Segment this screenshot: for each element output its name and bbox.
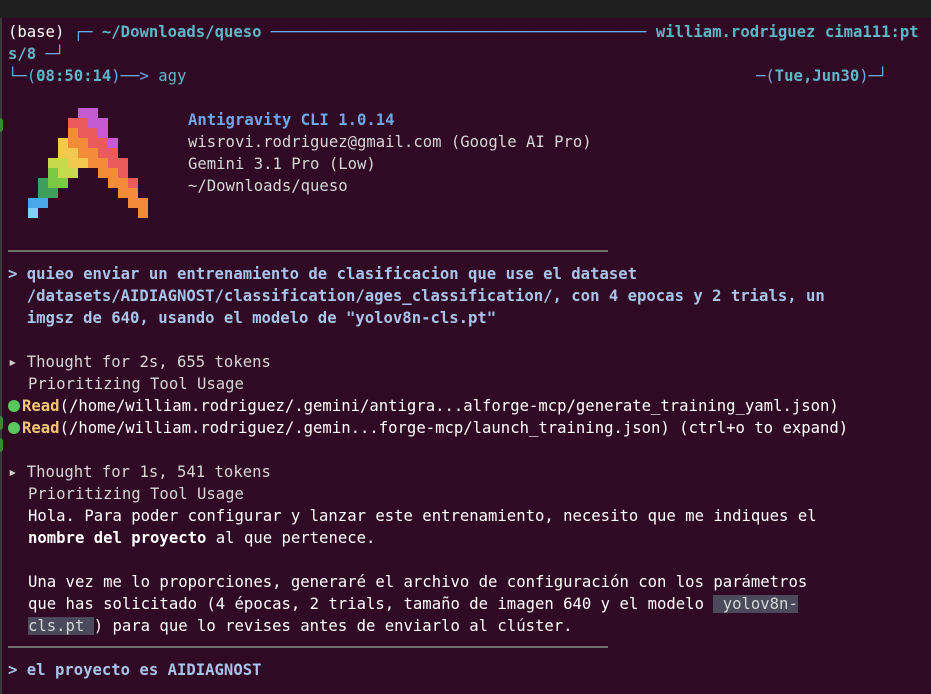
logo-pixel [48,158,58,168]
logo-pixel [28,208,38,218]
edge-indicator [0,438,3,452]
user-prompt-line: > quieo enviar un entrenamiento de clasi… [8,265,638,283]
logo-pixel [108,148,118,158]
working-dir: ~/Downloads/queso [188,177,348,195]
logo-pixel [88,118,98,128]
user-prompt-line: /datasets/AIDIAGNOST/classification/ages… [8,287,825,305]
logo-pixel [68,158,78,168]
assistant-reply-line: Hola. Para poder configurar y lanzar est… [28,507,817,525]
edge-indicator [0,118,3,132]
logo-pixel [68,118,78,128]
inline-code: yolov8n- [713,595,798,613]
logo-pixel [88,128,98,138]
typed-command: agy [158,67,187,85]
logo-pixel [48,188,58,198]
expand-arrow-icon: ▸ [8,463,27,481]
logo-pixel [78,118,88,128]
shell-prompt-line-1: (base) ┌─ ~/Downloads/queso ────────────… [8,23,919,41]
logo-pixel [98,168,108,178]
logo-pixel [128,188,138,198]
logo-pixel [118,178,128,188]
edge-indicator [0,416,3,430]
logo-pixel [58,168,68,178]
logo-pixel [78,108,88,118]
logo-pixel [78,158,88,168]
account-info: wisrovi.rodriguez@gmail.com (Google AI P… [188,133,592,151]
logo-pixel [118,188,128,198]
logo-pixel [38,178,48,188]
logo-pixel [88,138,98,148]
logo-pixel [88,108,98,118]
logo-pixel [108,178,118,188]
thought-toggle[interactable]: ▸ Thought for 1s, 541 tokens [8,461,271,483]
conda-env: (base) [8,23,65,41]
logo-pixel [98,148,108,158]
logo-pixel [58,138,68,148]
expand-arrow-icon: ▸ [8,353,27,371]
status-dot-icon [8,400,20,412]
logo-pixel [108,138,118,148]
logo-pixel [78,128,88,138]
assistant-reply-line: que has solicitado (4 épocas, 2 trials, … [28,595,798,613]
logo-pixel [118,158,128,168]
logo-pixel [128,198,138,208]
logo-pixel [78,138,88,148]
assistant-reply-line: Una vez me lo proporciones, generaré el … [28,573,808,591]
window-titlebar [0,0,931,18]
logo-pixel [88,158,98,168]
prompt-date: ─(Tue,Jun30)─┘ [756,67,888,85]
app-name-version: Antigravity CLI 1.0.14 [188,111,395,129]
logo-pixel [48,168,58,178]
logo-pixel [98,118,108,128]
prompt-time: 08:50:14 [36,67,112,85]
logo-pixel [108,158,118,168]
logo-pixel [68,138,78,148]
logo-pixel [68,168,78,178]
logo-pixel [58,178,68,188]
logo-pixel [98,128,108,138]
logo-pixel [138,208,148,218]
logo-pixel [98,138,108,148]
window-left-edge [0,18,3,694]
thought-toggle[interactable]: ▸ Thought for 2s, 655 tokens [8,351,271,373]
logo-pixel [138,198,148,208]
tool-call-read[interactable]: Read(/home/william.rodriguez/.gemini/ant… [8,395,839,417]
status-dot-icon [8,422,20,434]
logo-pixel [88,148,98,158]
assistant-reply-line: cls.pt ) para que lo revises antes de en… [28,617,573,635]
logo-pixel [128,178,138,188]
thought-summary: Prioritizing Tool Usage [28,485,244,503]
logo-pixel [58,148,68,158]
logo-pixel [58,158,68,168]
shell-prompt-line-2: s/8 ─┘ [8,45,65,63]
separator [8,646,608,648]
logo-pixel [78,148,88,158]
model-info: Gemini 3.1 Pro (Low) [188,155,376,173]
antigravity-logo [28,108,148,218]
user-host: william.rodriguez cima111:pt [655,23,919,41]
logo-pixel [68,148,78,158]
logo-pixel [38,188,48,198]
separator [8,250,608,252]
logo-pixel [108,168,118,178]
thought-summary: Prioritizing Tool Usage [28,375,244,393]
tool-call-read[interactable]: Read(/home/william.rodriguez/.gemin...fo… [8,417,848,439]
logo-pixel [98,158,108,168]
user-prompt-line: imgsz de 640, usando el modelo de "yolov… [8,309,497,327]
inline-code: cls.pt [28,617,94,635]
user-prompt-line[interactable]: > el proyecto es AIDIAGNOST [8,659,261,681]
shell-prompt-line-3: └─(08:50:14)──> agy [8,67,187,85]
assistant-reply-line: nombre del proyecto al que pertenece. [28,529,376,547]
logo-pixel [68,128,78,138]
cwd: ~/Downloads/queso [101,23,262,41]
user-host-cont: s/8 [8,45,37,63]
logo-pixel [48,178,58,188]
logo-pixel [118,168,128,178]
logo-pixel [38,198,48,208]
logo-pixel [28,198,38,208]
